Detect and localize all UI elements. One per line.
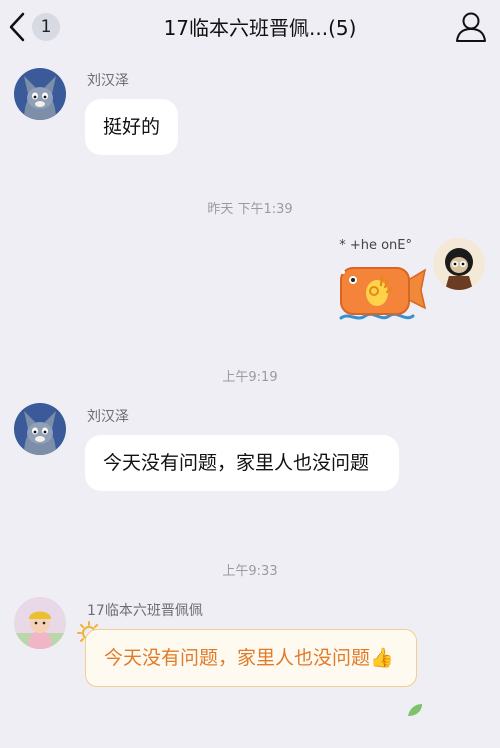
message-bubble[interactable]: 今天没有问题，家里人也没问题 [85,435,399,491]
unread-count-badge: 1 [32,13,60,41]
group-members-button[interactable] [454,10,488,44]
message-bubble[interactable]: 今天没有问题，家里人也没问题👍 [85,629,417,687]
message-text: 今天没有问题，家里人也没问题 [104,647,371,669]
chat-title: 17临本六班晋佩...(5) [163,16,357,40]
sender-name: 17临本六班晋佩佩 [87,603,203,619]
fish-ok-sticker[interactable] [335,260,427,326]
avatar[interactable] [14,68,66,120]
avatar[interactable] [14,597,66,649]
chat-header: 1 17临本六班晋佩...(5) [0,0,500,54]
message-bubble[interactable]: 挺好的 [85,99,179,155]
leaf-icon [406,702,424,718]
person-icon [456,12,486,42]
timestamp: 上午9:33 [222,564,278,579]
timestamp: 上午9:19 [222,370,278,385]
avatar[interactable] [433,238,485,290]
timestamp: 昨天 下午1:39 [207,202,293,217]
sender-name: * +he onE° [339,238,412,253]
back-button[interactable]: 1 [6,10,66,44]
sender-name: 刘汉泽 [87,73,129,89]
sender-name: 刘汉泽 [87,409,129,425]
thumbs-up-emoji: 👍 [370,647,394,669]
avatar[interactable] [14,403,66,455]
chevron-left-icon [6,10,28,44]
